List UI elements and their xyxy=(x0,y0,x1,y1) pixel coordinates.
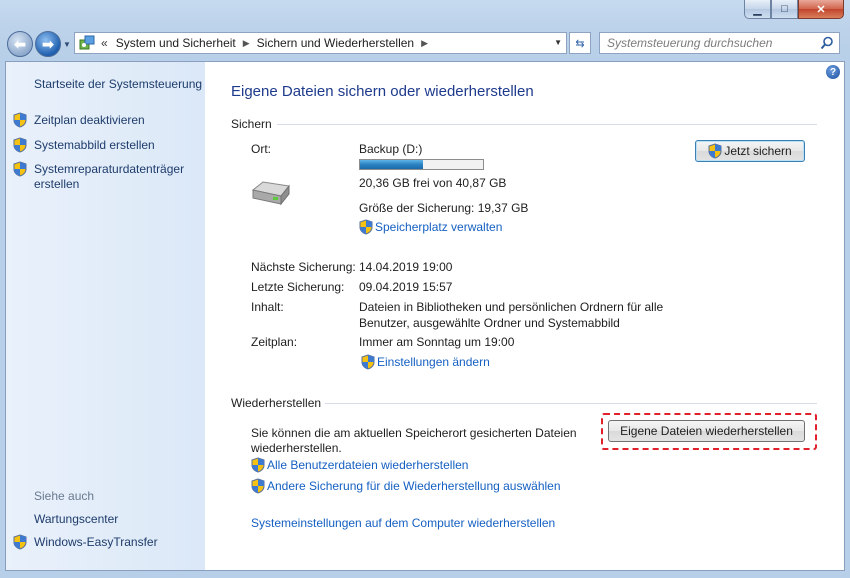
sidebar-item-action-center[interactable]: Wartungscenter xyxy=(34,512,118,527)
address-bar[interactable]: « System und Sicherheit ▶ Sichern und Wi… xyxy=(74,32,567,54)
sidebar-item-create-repair-disc[interactable]: Systemreparaturdatenträger erstellen xyxy=(34,162,194,192)
next-backup-label: Nächste Sicherung: xyxy=(251,260,356,274)
backup-now-label: Jetzt sichern xyxy=(724,144,792,158)
page-title: Eigene Dateien sichern oder wiederherste… xyxy=(231,83,534,100)
title-bar: ▁ □ ✕ xyxy=(0,0,850,24)
forward-button[interactable]: ➡ xyxy=(35,31,61,57)
uac-shield-icon xyxy=(13,534,27,550)
chevron-right-icon[interactable]: ▶ xyxy=(243,38,250,49)
uac-shield-icon xyxy=(13,161,27,177)
sidebar-item-disable-schedule[interactable]: Zeitplan deaktivieren xyxy=(34,113,145,128)
minimize-button[interactable]: ▁ xyxy=(744,0,771,19)
help-icon[interactable]: ? xyxy=(826,65,840,79)
forward-arrow-icon: ➡ xyxy=(42,35,54,52)
schedule-value: Immer am Sonntag um 19:00 xyxy=(359,335,515,349)
backup-section-heading: Sichern xyxy=(231,117,272,131)
uac-shield-icon xyxy=(251,478,265,494)
search-icon[interactable] xyxy=(820,36,834,50)
restore-all-users-link-label: Alle Benutzerdateien wiederherstellen xyxy=(267,458,469,472)
task-sidebar: Startseite der Systemsteuerung Zeitplan … xyxy=(6,62,205,570)
uac-shield-icon xyxy=(13,137,27,153)
last-backup-label: Letzte Sicherung: xyxy=(251,280,345,294)
manage-space-link-label: Speicherplatz verwalten xyxy=(375,220,503,234)
drive-usage-bar xyxy=(359,159,484,170)
uac-shield-icon xyxy=(13,112,27,128)
content-value-line1: Dateien in Bibliotheken und persönlichen… xyxy=(359,300,664,314)
breadcrumb-backup-restore[interactable]: Sichern und Wiederherstellen xyxy=(257,36,414,50)
location-label: Ort: xyxy=(251,142,271,156)
change-settings-link[interactable]: Einstellungen ändern xyxy=(361,354,490,370)
uac-shield-icon xyxy=(361,354,375,370)
hard-drive-icon xyxy=(251,181,290,206)
restore-all-users-link[interactable]: Alle Benutzerdateien wiederherstellen xyxy=(251,457,468,473)
close-button[interactable]: ✕ xyxy=(798,0,844,19)
drive-usage-fill xyxy=(360,160,423,169)
manage-space-link[interactable]: Speicherplatz verwalten xyxy=(359,219,502,235)
content-label: Inhalt: xyxy=(251,300,284,314)
backup-now-button[interactable]: Jetzt sichern xyxy=(695,140,805,162)
close-icon: ✕ xyxy=(816,3,826,16)
recent-pages-dropdown[interactable]: ▼ xyxy=(63,40,71,49)
uac-shield-icon xyxy=(251,457,265,473)
next-backup-value: 14.04.2019 19:00 xyxy=(359,260,453,274)
last-backup-value: 09.04.2019 15:57 xyxy=(359,280,453,294)
restore-system-settings-link-label: Systemeinstellungen auf dem Computer wie… xyxy=(251,516,556,530)
restore-my-files-button[interactable]: Eigene Dateien wiederherstellen xyxy=(608,420,805,442)
address-dropdown-icon[interactable]: ▼ xyxy=(554,38,562,47)
uac-shield-icon xyxy=(708,143,722,159)
sidebar-item-create-system-image[interactable]: Systemabbild erstellen xyxy=(34,138,155,153)
schedule-label: Zeitplan: xyxy=(251,335,298,349)
restore-description-line2: wiederherstellen. xyxy=(251,441,342,455)
section-divider xyxy=(325,403,817,404)
refresh-button[interactable]: ⇆ xyxy=(569,32,591,54)
sidebar-item-easy-transfer[interactable]: Windows-EasyTransfer xyxy=(34,535,158,550)
maximize-button[interactable]: □ xyxy=(771,0,798,19)
restore-system-settings-link[interactable]: Systemeinstellungen auf dem Computer wie… xyxy=(251,516,555,530)
restore-description-line1: Sie können die am aktuellen Speicherort … xyxy=(251,426,577,440)
breadcrumb-system-security[interactable]: System und Sicherheit xyxy=(116,36,236,50)
breadcrumb-overflow[interactable]: « xyxy=(101,36,108,50)
uac-shield-icon xyxy=(359,219,373,235)
search-input[interactable] xyxy=(607,36,812,50)
navigation-bar: ⬅ ➡ ▼ « System und Sicherheit ▶ Sichern … xyxy=(0,28,850,60)
restore-section-heading: Wiederherstellen xyxy=(231,396,322,410)
refresh-icon: ⇆ xyxy=(575,37,585,50)
restore-my-files-label: Eigene Dateien wiederherstellen xyxy=(620,424,793,438)
back-button[interactable]: ⬅ xyxy=(7,31,33,57)
content-value-line2: Benutzer, ausgewählte Ordner und Systema… xyxy=(359,316,620,330)
back-arrow-icon: ⬅ xyxy=(14,35,26,52)
backup-size-text: Größe der Sicherung: 19,37 GB xyxy=(359,201,529,215)
sidebar-home-link[interactable]: Startseite der Systemsteuerung xyxy=(34,77,202,92)
minimize-icon: ▁ xyxy=(753,3,762,16)
change-settings-link-label: Einstellungen ändern xyxy=(377,355,490,369)
select-other-backup-link-label: Andere Sicherung für die Wiederherstellu… xyxy=(267,479,561,493)
caption-buttons: ▁ □ ✕ xyxy=(744,0,844,19)
free-space-text: 20,36 GB frei von 40,87 GB xyxy=(359,176,507,190)
section-divider xyxy=(277,124,817,125)
location-value: Backup (D:) xyxy=(359,142,423,156)
control-panel-icon xyxy=(79,35,95,50)
main-panel: ? Eigene Dateien sichern oder wiederhers… xyxy=(205,62,844,570)
search-box[interactable] xyxy=(599,32,840,54)
see-also-heading: Siehe auch xyxy=(34,489,95,503)
chevron-right-icon[interactable]: ▶ xyxy=(421,38,428,49)
window-frame: ▁ □ ✕ ⬅ ➡ ▼ « System und Sicherheit ▶ Si… xyxy=(0,0,850,578)
select-other-backup-link[interactable]: Andere Sicherung für die Wiederherstellu… xyxy=(251,478,561,494)
maximize-icon: □ xyxy=(781,3,788,15)
content-area: Startseite der Systemsteuerung Zeitplan … xyxy=(5,61,845,571)
